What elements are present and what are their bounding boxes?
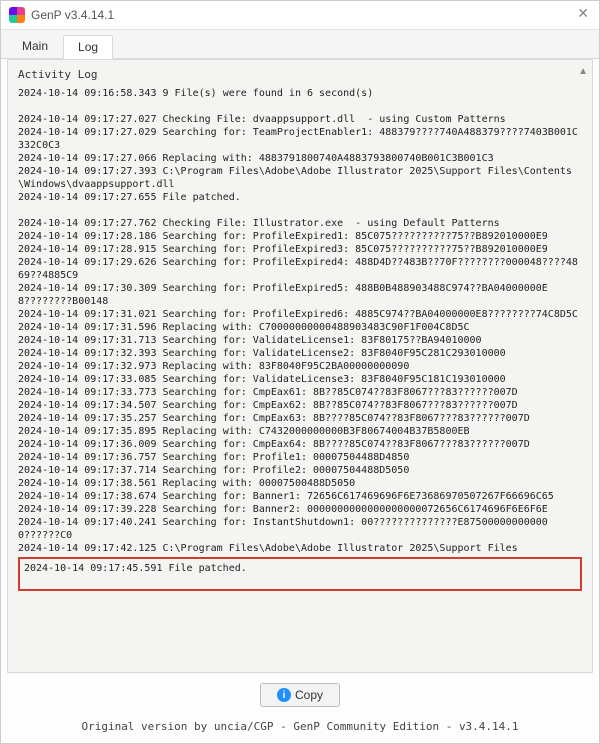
log-line: 2024-10-14 09:17:37.714 Searching for: P…: [18, 464, 582, 477]
log-line: 2024-10-14 09:17:33.773 Searching for: C…: [18, 386, 582, 399]
close-icon[interactable]: ✕: [577, 5, 589, 22]
log-line: 2024-10-14 09:16:58.343 9 File(s) were f…: [18, 87, 582, 100]
log-line: 2024-10-14 09:17:27.655 File patched.: [18, 191, 582, 204]
log-line: 2024-10-14 09:17:27.029 Searching for: T…: [18, 126, 582, 152]
copy-button[interactable]: i Copy: [260, 683, 340, 707]
log-line: 2024-10-14 09:17:28.915 Searching for: P…: [18, 243, 582, 256]
log-line: 2024-10-14 09:17:32.973 Replacing with: …: [18, 360, 582, 373]
log-line: 2024-10-14 09:17:33.085 Searching for: V…: [18, 373, 582, 386]
log-line: 2024-10-14 09:17:31.021 Searching for: P…: [18, 308, 582, 321]
log-line: 2024-10-14 09:17:39.228 Searching for: B…: [18, 503, 582, 516]
log-line: 2024-10-14 09:17:35.257 Searching for: C…: [18, 412, 582, 425]
log-pane: ▲ Activity Log 2024-10-14 09:16:58.343 9…: [7, 59, 593, 673]
highlight-text: 2024-10-14 09:17:45.591 File patched.: [24, 562, 576, 575]
log-line: 2024-10-14 09:17:27.066 Replacing with: …: [18, 152, 582, 165]
log-line: 2024-10-14 09:17:32.393 Searching for: V…: [18, 347, 582, 360]
app-icon: [9, 7, 25, 23]
titlebar: GenP v3.4.14.1 ✕: [1, 1, 599, 30]
log-line: 2024-10-14 09:17:31.713 Searching for: V…: [18, 334, 582, 347]
log-line: 2024-10-14 09:17:31.596 Replacing with: …: [18, 321, 582, 334]
copy-button-label: Copy: [295, 688, 323, 702]
log-line: 2024-10-14 09:17:36.757 Searching for: P…: [18, 451, 582, 464]
log-line: 2024-10-14 09:17:36.009 Searching for: C…: [18, 438, 582, 451]
log-line: 2024-10-14 09:17:27.027 Checking File: d…: [18, 113, 582, 126]
tab-log[interactable]: Log: [63, 35, 113, 59]
highlight-box: 2024-10-14 09:17:45.591 File patched.: [18, 557, 582, 591]
log-line: [18, 204, 582, 217]
log-line: 2024-10-14 09:17:27.762 Checking File: I…: [18, 217, 582, 230]
log-line-highlighted: 2024-10-14 09:17:45.591 File patched.: [24, 562, 576, 575]
log-text[interactable]: 2024-10-14 09:16:58.343 9 File(s) were f…: [18, 87, 582, 555]
log-line: 2024-10-14 09:17:38.561 Replacing with: …: [18, 477, 582, 490]
tab-bar: Main Log: [1, 30, 599, 59]
log-line: 2024-10-14 09:17:35.895 Replacing with: …: [18, 425, 582, 438]
log-line: 2024-10-14 09:17:38.674 Searching for: B…: [18, 490, 582, 503]
scroll-up-icon[interactable]: ▲: [578, 66, 588, 77]
log-line: 2024-10-14 09:17:30.309 Searching for: P…: [18, 282, 582, 308]
footer-text: Original version by uncia/CGP - GenP Com…: [1, 720, 599, 733]
info-icon: i: [277, 688, 291, 702]
log-line: 2024-10-14 09:17:40.241 Searching for: I…: [18, 516, 582, 542]
log-line: 2024-10-14 09:17:28.186 Searching for: P…: [18, 230, 582, 243]
tab-main[interactable]: Main: [7, 34, 63, 58]
log-line: 2024-10-14 09:17:42.125 C:\Program Files…: [18, 542, 582, 555]
log-heading: Activity Log: [18, 68, 582, 81]
log-line: 2024-10-14 09:17:27.393 C:\Program Files…: [18, 165, 582, 191]
window-title: GenP v3.4.14.1: [31, 8, 114, 22]
log-line: 2024-10-14 09:17:34.507 Searching for: C…: [18, 399, 582, 412]
log-line: 2024-10-14 09:17:29.626 Searching for: P…: [18, 256, 582, 282]
log-line: [18, 100, 582, 113]
